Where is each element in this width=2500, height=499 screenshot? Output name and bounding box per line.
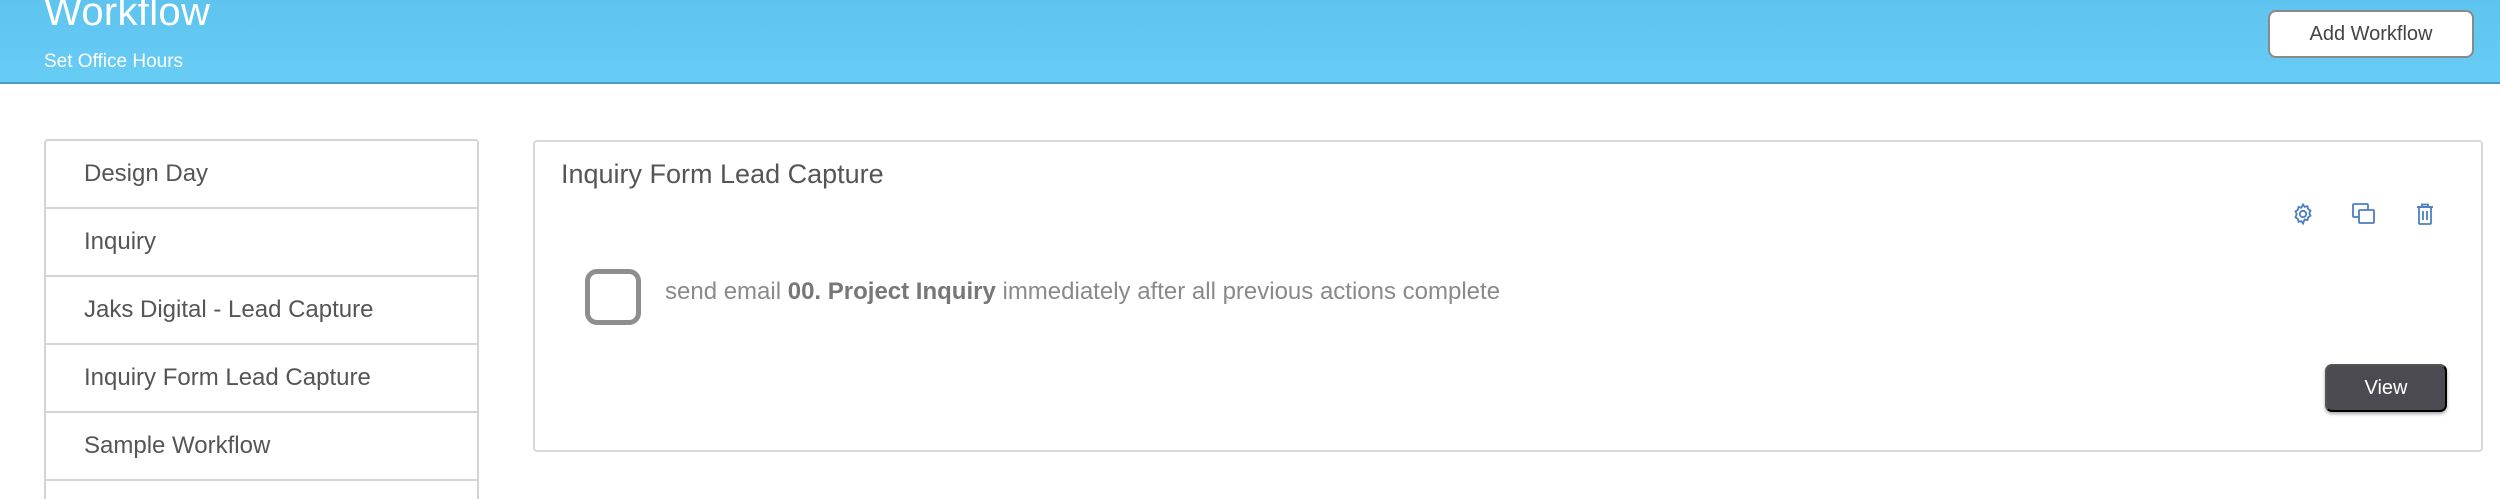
sidebar-item-inquiry[interactable]: Inquiry xyxy=(46,209,477,277)
sidebar-item-design-day[interactable]: Design Day xyxy=(46,141,477,209)
workflow-list: Design Day Inquiry Jaks Digital - Lead C… xyxy=(44,139,479,499)
action-checkbox[interactable] xyxy=(585,269,641,325)
trash-icon[interactable] xyxy=(2408,197,2442,231)
action-suffix: immediately after all previous actions c… xyxy=(1002,278,1501,305)
workflow-title: Inquiry Form Lead Capture xyxy=(561,159,884,189)
page-subtitle: Set Office Hours xyxy=(44,51,184,72)
gear-icon[interactable] xyxy=(2286,197,2320,231)
sidebar-item-inquiry-form-lead-capture[interactable]: Inquiry Form Lead Capture xyxy=(46,345,477,413)
page-title: Workflow xyxy=(44,0,211,34)
add-workflow-button[interactable]: Add Workflow xyxy=(2268,10,2474,58)
view-button[interactable]: View xyxy=(2325,364,2447,412)
action-description: send email 00. Project Inquiry immediate… xyxy=(665,278,1500,306)
workflow-card: Inquiry Form Lead Capture send email 00.… xyxy=(533,140,2483,452)
page-header: Workflow Set Office Hours Add Workflow xyxy=(0,0,2500,84)
workflow-action-row: send email 00. Project Inquiry immediate… xyxy=(585,269,2285,329)
sidebar-item-jaks-digital-lead-capture[interactable]: Jaks Digital - Lead Capture xyxy=(46,277,477,345)
sidebar-item-sample-workflow[interactable]: Sample Workflow xyxy=(46,413,477,481)
duplicate-icon[interactable] xyxy=(2347,197,2381,231)
action-prefix: send email xyxy=(665,278,782,305)
email-template-name: 00. Project Inquiry xyxy=(787,278,996,305)
